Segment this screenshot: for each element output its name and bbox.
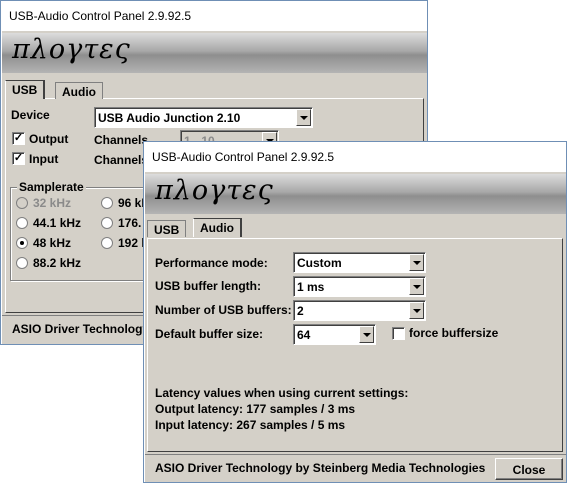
- front-client-area: πλογτες USB Audio Performance mode: Cust…: [145, 172, 566, 482]
- back-output-channels-label: Channels: [94, 133, 149, 147]
- back-title-bar[interactable]: USB-Audio Control Panel 2.9.92.5: [1, 1, 427, 31]
- buffer-length-select[interactable]: 1 ms: [293, 276, 426, 297]
- force-buffersize-checkbox[interactable]: [392, 327, 405, 340]
- back-rate-32-radio[interactable]: [16, 197, 28, 209]
- front-tab-usb-label: USB: [154, 223, 180, 237]
- front-tab-audio-label: Audio: [200, 221, 234, 235]
- back-tab-usb[interactable]: USB: [5, 80, 46, 99]
- back-device-label: Device: [11, 108, 50, 122]
- performance-mode-select[interactable]: Custom: [293, 252, 426, 273]
- front-status-bar: ASIO Driver Technology by Steinberg Medi…: [145, 454, 566, 481]
- performance-mode-label: Performance mode:: [155, 256, 268, 270]
- back-output-label: Output: [29, 132, 69, 146]
- back-output-checkbox[interactable]: ✓: [12, 132, 25, 145]
- front-window: USB-Audio Control Panel 2.9.92.5 πλογτες…: [143, 141, 567, 483]
- back-device-value: USB Audio Junction 2.10: [98, 111, 241, 125]
- back-rate-88-label: 88.2 kHz: [33, 256, 82, 270]
- front-tab-usb[interactable]: USB: [147, 220, 187, 237]
- back-input-label: Input: [29, 152, 59, 166]
- output-latency-text: Output latency: 177 samples / 3 ms: [155, 402, 356, 416]
- performance-mode-value: Custom: [297, 256, 342, 270]
- back-input-checkbox[interactable]: ✓: [12, 152, 25, 165]
- close-button-label: Close: [512, 463, 546, 477]
- num-buffers-select[interactable]: 2: [293, 300, 426, 321]
- back-tab-audio-label: Audio: [62, 85, 96, 99]
- back-tab-audio[interactable]: Audio: [55, 82, 103, 99]
- back-device-select[interactable]: USB Audio Junction 2.10: [94, 107, 313, 128]
- num-buffers-label: Number of USB buffers:: [155, 303, 292, 317]
- front-tab-audio[interactable]: Audio: [193, 218, 242, 237]
- front-brand-logo: πλογτες: [155, 175, 274, 206]
- input-latency-text: Input latency: 267 samples / 5 ms: [155, 418, 346, 432]
- default-buffer-label: Default buffer size:: [155, 327, 264, 341]
- back-brand-logo: πλογτες: [12, 34, 131, 65]
- back-rate-96-radio[interactable]: [101, 197, 113, 209]
- back-input-channels-label: Channels: [94, 153, 149, 167]
- num-buffers-chevron-down-icon[interactable]: [409, 302, 424, 319]
- front-footer-text: ASIO Driver Technology by Steinberg Medi…: [155, 461, 486, 475]
- buffer-length-label: USB buffer length:: [155, 279, 261, 293]
- back-samplerate-title: Samplerate: [17, 180, 86, 194]
- close-button[interactable]: Close: [495, 458, 563, 480]
- back-rate-176-label: 176.: [118, 216, 142, 230]
- back-device-chevron-down-icon[interactable]: [296, 109, 311, 126]
- back-tab-usb-label: USB: [12, 83, 38, 97]
- back-rate-44-radio[interactable]: [16, 217, 28, 229]
- front-window-title: USB-Audio Control Panel 2.9.92.5: [152, 150, 335, 164]
- default-buffer-chevron-down-icon[interactable]: [359, 326, 374, 343]
- default-buffer-select[interactable]: 64: [293, 324, 376, 345]
- front-title-bar[interactable]: USB-Audio Control Panel 2.9.92.5: [144, 142, 566, 172]
- force-buffersize-label: force buffersize: [409, 326, 499, 340]
- back-rate-48-radio[interactable]: [16, 237, 28, 249]
- num-buffers-value: 2: [297, 304, 304, 318]
- back-window-title: USB-Audio Control Panel 2.9.92.5: [9, 9, 192, 23]
- back-rate-32-label: 32 kHz: [33, 196, 72, 210]
- buffer-length-value: 1 ms: [297, 280, 325, 294]
- back-rate-44-label: 44.1 kHz: [33, 216, 82, 230]
- buffer-length-chevron-down-icon[interactable]: [409, 278, 424, 295]
- back-rate-192-radio[interactable]: [101, 237, 113, 249]
- default-buffer-value: 64: [297, 328, 311, 342]
- front-banner: πλογτες: [145, 174, 566, 214]
- back-banner: πλογτες: [2, 33, 427, 73]
- back-rate-48-label: 48 kHz: [33, 236, 72, 250]
- back-rate-88-radio[interactable]: [16, 257, 28, 269]
- performance-mode-chevron-down-icon[interactable]: [409, 254, 424, 271]
- latency-heading: Latency values when using current settin…: [155, 386, 409, 400]
- back-footer-text: ASIO Driver Technology: [12, 322, 150, 336]
- back-rate-176-radio[interactable]: [101, 217, 113, 229]
